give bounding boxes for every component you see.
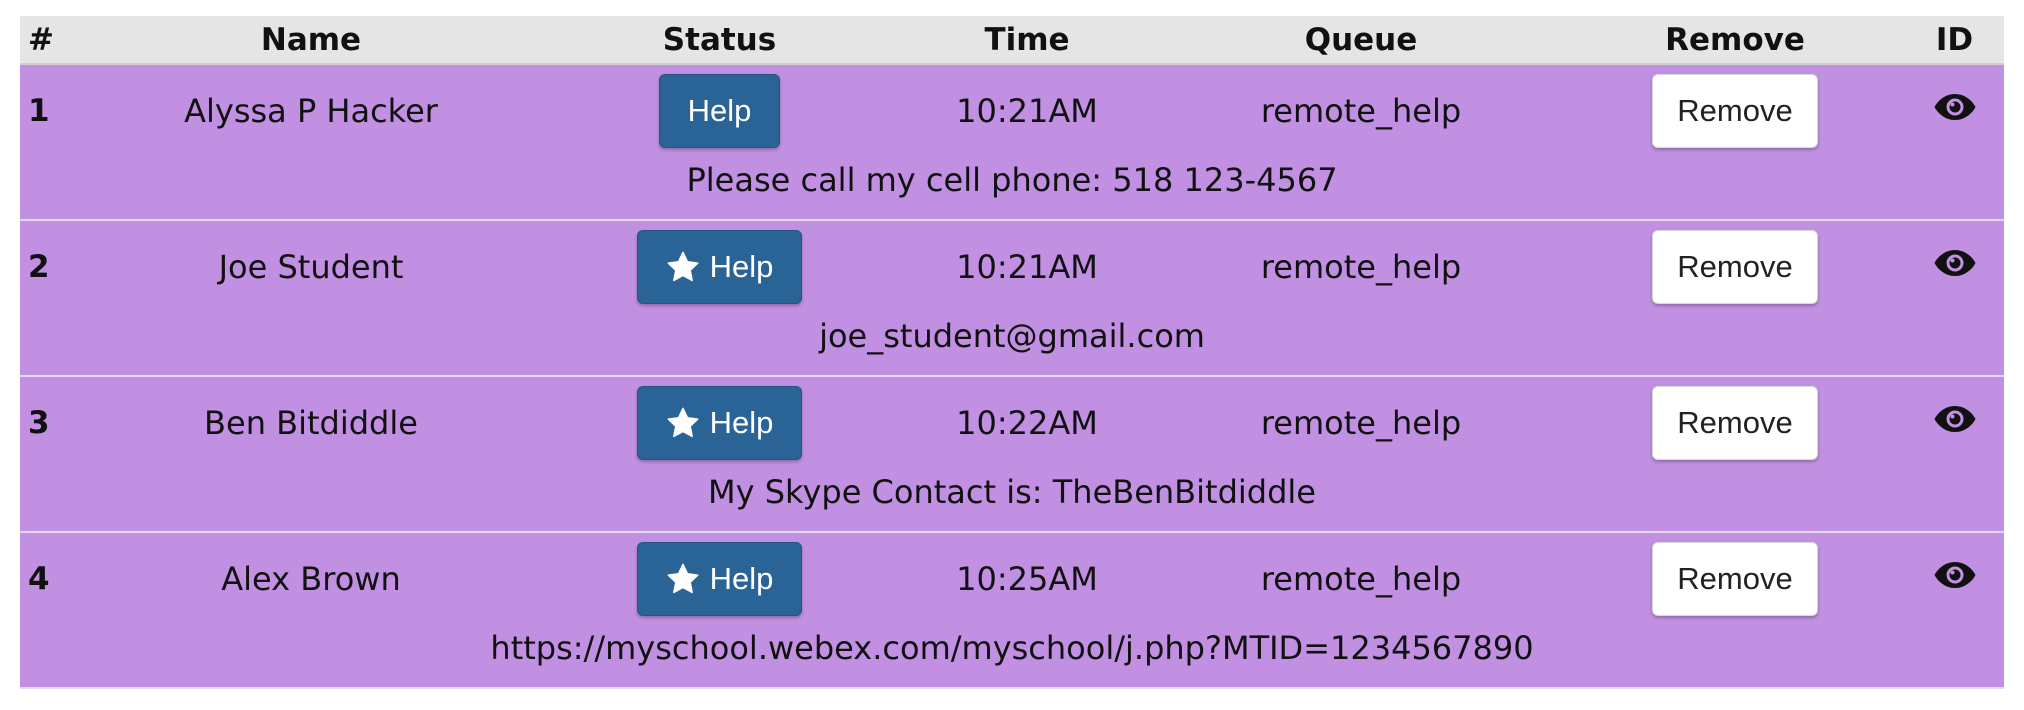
- contact-info: My Skype Contact is: TheBenBitdiddle: [708, 473, 1316, 511]
- contact-row: https://myschool.webex.com/myschool/j.ph…: [20, 625, 2004, 688]
- status-cell: Help: [542, 220, 897, 313]
- star-icon: [667, 407, 699, 438]
- entry-number: 4: [28, 561, 50, 597]
- status-cell: Help: [542, 64, 897, 157]
- queue-name: remote_help: [1260, 560, 1462, 598]
- remove-button[interactable]: Remove: [1652, 74, 1818, 148]
- remove-button[interactable]: Remove: [1652, 542, 1818, 616]
- student-name: Alex Brown: [221, 560, 401, 598]
- table-row: 4 Alex Brown Help 10:25AM remote_help Re…: [20, 532, 2004, 625]
- remove-cell: Remove: [1565, 64, 1905, 157]
- entry-number: 2: [28, 249, 50, 285]
- help-button-label: Help: [709, 561, 774, 596]
- help-button-label: Help: [709, 249, 774, 284]
- eye-icon[interactable]: [1933, 247, 1977, 279]
- table-row: 1 Alyssa P Hacker Help 10:21AM remote_he…: [20, 64, 2004, 157]
- header-remove: Remove: [1665, 21, 1805, 58]
- entry-time: 10:22AM: [956, 404, 1098, 442]
- entry-time: 10:21AM: [956, 92, 1098, 130]
- status-cell: Help: [542, 376, 897, 469]
- table-row: 3 Ben Bitdiddle Help 10:22AM remote_help…: [20, 376, 2004, 469]
- remove-cell: Remove: [1565, 220, 1905, 313]
- status-cell: Help: [542, 532, 897, 625]
- remove-cell: Remove: [1565, 376, 1905, 469]
- header-num: #: [28, 21, 54, 58]
- entry-number: 3: [28, 405, 50, 441]
- table-row: 2 Joe Student Help 10:21AM remote_help R…: [20, 220, 2004, 313]
- entry-number: 1: [28, 93, 50, 129]
- contact-info: https://myschool.webex.com/myschool/j.ph…: [490, 629, 1534, 667]
- id-cell: [1905, 220, 2004, 313]
- star-icon: [667, 251, 699, 282]
- queue-name: remote_help: [1260, 404, 1462, 442]
- queue-name: remote_help: [1260, 248, 1462, 286]
- contact-row: Please call my cell phone: 518 123-4567: [20, 157, 2004, 220]
- queue-name: remote_help: [1260, 92, 1462, 130]
- contact-info: joe_student@gmail.com: [819, 317, 1205, 355]
- id-cell: [1905, 376, 2004, 469]
- contact-row: My Skype Contact is: TheBenBitdiddle: [20, 469, 2004, 532]
- help-button[interactable]: Help: [636, 542, 803, 616]
- help-button[interactable]: Help: [636, 230, 803, 304]
- student-name: Alyssa P Hacker: [184, 92, 438, 130]
- help-button-label: Help: [687, 93, 752, 128]
- student-name: Joe Student: [218, 248, 404, 286]
- eye-icon[interactable]: [1933, 91, 1977, 123]
- header-queue: Queue: [1304, 21, 1418, 58]
- entry-time: 10:21AM: [956, 248, 1098, 286]
- eye-icon[interactable]: [1933, 559, 1977, 591]
- help-button[interactable]: Help: [658, 74, 781, 148]
- help-button[interactable]: Help: [636, 386, 803, 460]
- header-status: Status: [662, 21, 777, 58]
- eye-icon[interactable]: [1933, 403, 1977, 435]
- id-cell: [1905, 532, 2004, 625]
- contact-row: joe_student@gmail.com: [20, 313, 2004, 376]
- remove-button[interactable]: Remove: [1652, 386, 1818, 460]
- contact-info: Please call my cell phone: 518 123-4567: [686, 161, 1338, 199]
- header-name: Name: [260, 21, 362, 58]
- remove-cell: Remove: [1565, 532, 1905, 625]
- star-icon: [667, 563, 699, 594]
- header-time: Time: [984, 21, 1070, 58]
- remove-button[interactable]: Remove: [1652, 230, 1818, 304]
- table-header-row: # Name Status Time Queue Remove ID: [20, 16, 2004, 64]
- entry-time: 10:25AM: [956, 560, 1098, 598]
- student-name: Ben Bitdiddle: [204, 404, 418, 442]
- help-button-label: Help: [709, 405, 774, 440]
- id-cell: [1905, 64, 2004, 157]
- header-id: ID: [1935, 21, 1974, 58]
- queue-table: # Name Status Time Queue Remove ID 1 Aly…: [20, 16, 2004, 689]
